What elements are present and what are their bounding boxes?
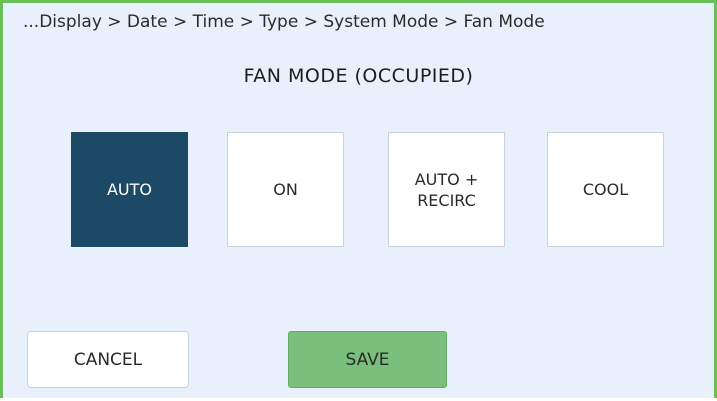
save-button[interactable]: SAVE xyxy=(288,331,447,388)
mode-on-button[interactable]: ON xyxy=(227,132,344,247)
fan-mode-screen: ...Display > Date > Time > Type > System… xyxy=(0,0,717,398)
page-title: FAN MODE (OCCUPIED) xyxy=(243,65,474,87)
mode-auto-button[interactable]: AUTO xyxy=(71,132,188,247)
breadcrumb: ...Display > Date > Time > Type > System… xyxy=(23,12,545,32)
mode-auto-recirc-button[interactable]: AUTO + RECIRC xyxy=(388,132,505,247)
cancel-button[interactable]: CANCEL xyxy=(27,331,189,388)
mode-cool-button[interactable]: COOL xyxy=(547,132,664,247)
